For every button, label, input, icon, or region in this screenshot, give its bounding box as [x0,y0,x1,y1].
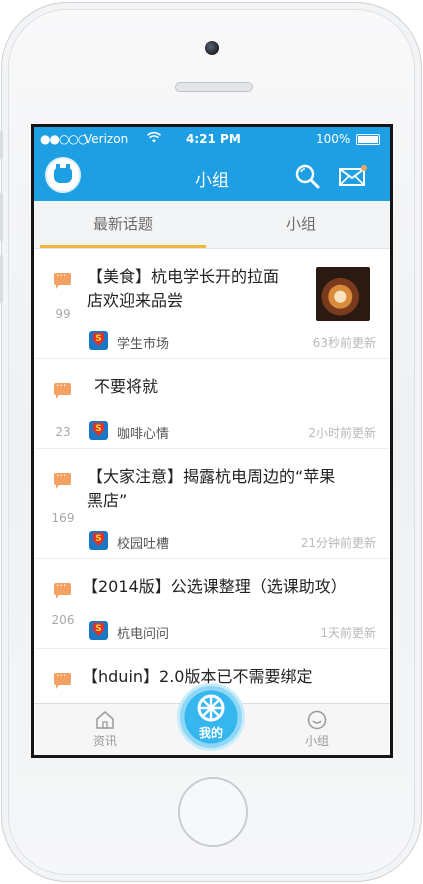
group-name[interactable]: 校园吐槽 [117,533,169,552]
group-logo-icon [89,531,108,550]
earpiece-speaker [175,82,253,92]
home-icon [95,710,115,730]
group-name[interactable]: 学生市场 [117,333,169,352]
topic-title: 【2014版】公选课整理（选课助攻） [82,575,347,599]
battery-percent: 100% [316,132,351,146]
topic-title-line: 店欢迎来品尝 [87,291,184,310]
group-name[interactable]: 咖啡心情 [117,423,169,442]
tab-latest-topics[interactable]: 最新话题 [34,201,212,249]
signal-indicator: ●●○○○ [40,132,88,146]
tab-mine-button[interactable]: 我的 [177,683,245,751]
topic-title-line: 【大家注意】揭露杭电周边的“苹果 [87,467,336,486]
comment-icon [54,269,71,289]
list-item[interactable]: 23 不要将就 咖啡心情 2小时前更新 [34,359,390,449]
page-title: 小组 [195,171,229,191]
tab-mine-label: 我的 [198,726,223,740]
topic-list: 99 【美食】杭电学长开的拉面 店欢迎来品尝 学生市场 63秒前更新 23 不要… [34,249,390,709]
group-logo-icon [89,331,108,350]
updated-time: 1天前更新 [320,626,376,640]
active-tab-indicator [40,245,206,248]
phone-screen: ●●○○○ Verizon 4:21 PM 100% 小组 最新话题 小组 ··… [31,124,393,758]
mute-switch [0,131,3,159]
wheel-icon [197,694,225,722]
front-camera [205,41,219,55]
updated-time: 63秒前更新 [312,336,376,350]
group-logo-icon [89,621,108,640]
tab-news-label: 资讯 [92,734,117,748]
list-item[interactable]: 99 【美食】杭电学长开的拉面 店欢迎来品尝 学生市场 63秒前更新 [34,249,390,359]
topic-title: 不要将就 [94,375,158,399]
nav-bar: 小组 [34,151,390,201]
carrier-name: Verizon [84,132,129,146]
comment-count: 23 [55,425,71,439]
topic-title: 【大家注意】揭露杭电周边的“苹果 黑店” [87,465,335,513]
tab-group-label: 小组 [304,734,329,748]
topic-title-line: 【美食】杭电学长开的拉面 [87,267,280,286]
volume-up-button [0,193,3,241]
comment-icon [54,469,71,489]
volume-down-button [0,255,3,303]
topic-title-line: 黑店” [87,491,128,510]
comment-icon [54,379,71,399]
search-icon[interactable] [294,163,320,189]
mail-icon[interactable] [339,165,367,187]
topic-title: 【美食】杭电学长开的拉面 店欢迎来品尝 [87,265,279,313]
topic-title-line: 不要将就 [94,377,159,396]
comment-count: 99 [55,307,71,321]
group-logo-icon [89,421,108,440]
status-time: 4:21 PM [186,132,241,146]
list-item[interactable]: 169 【大家注意】揭露杭电周边的“苹果 黑店” 校园吐槽 21分钟前更新 [34,449,390,559]
list-item[interactable]: 206 【2014版】公选课整理（选课助攻） 杭电问问 1天前更新 [34,559,390,649]
smiley-icon [307,710,327,730]
comment-icon [54,669,71,689]
comment-count: 206 [51,613,75,627]
tab-group[interactable]: 小组 [287,710,347,749]
home-button[interactable] [178,777,248,847]
wifi-icon [146,131,162,146]
updated-time: 2小时前更新 [308,426,376,440]
topic-thumbnail [316,267,370,321]
updated-time: 21分钟前更新 [300,536,376,550]
status-bar: ●●○○○ Verizon 4:21 PM 100% [34,127,390,151]
tab-news[interactable]: 资讯 [75,710,135,749]
tab-bar-top: 最新话题 小组 [34,201,390,249]
topic-title-line: 【2014版】公选课整理（选课助攻） [82,577,347,596]
comment-count: 169 [51,511,75,525]
battery-icon [356,134,380,145]
tab-groups[interactable]: 小组 [212,201,390,249]
group-name[interactable]: 杭电问问 [117,623,169,642]
comment-icon [54,579,71,599]
